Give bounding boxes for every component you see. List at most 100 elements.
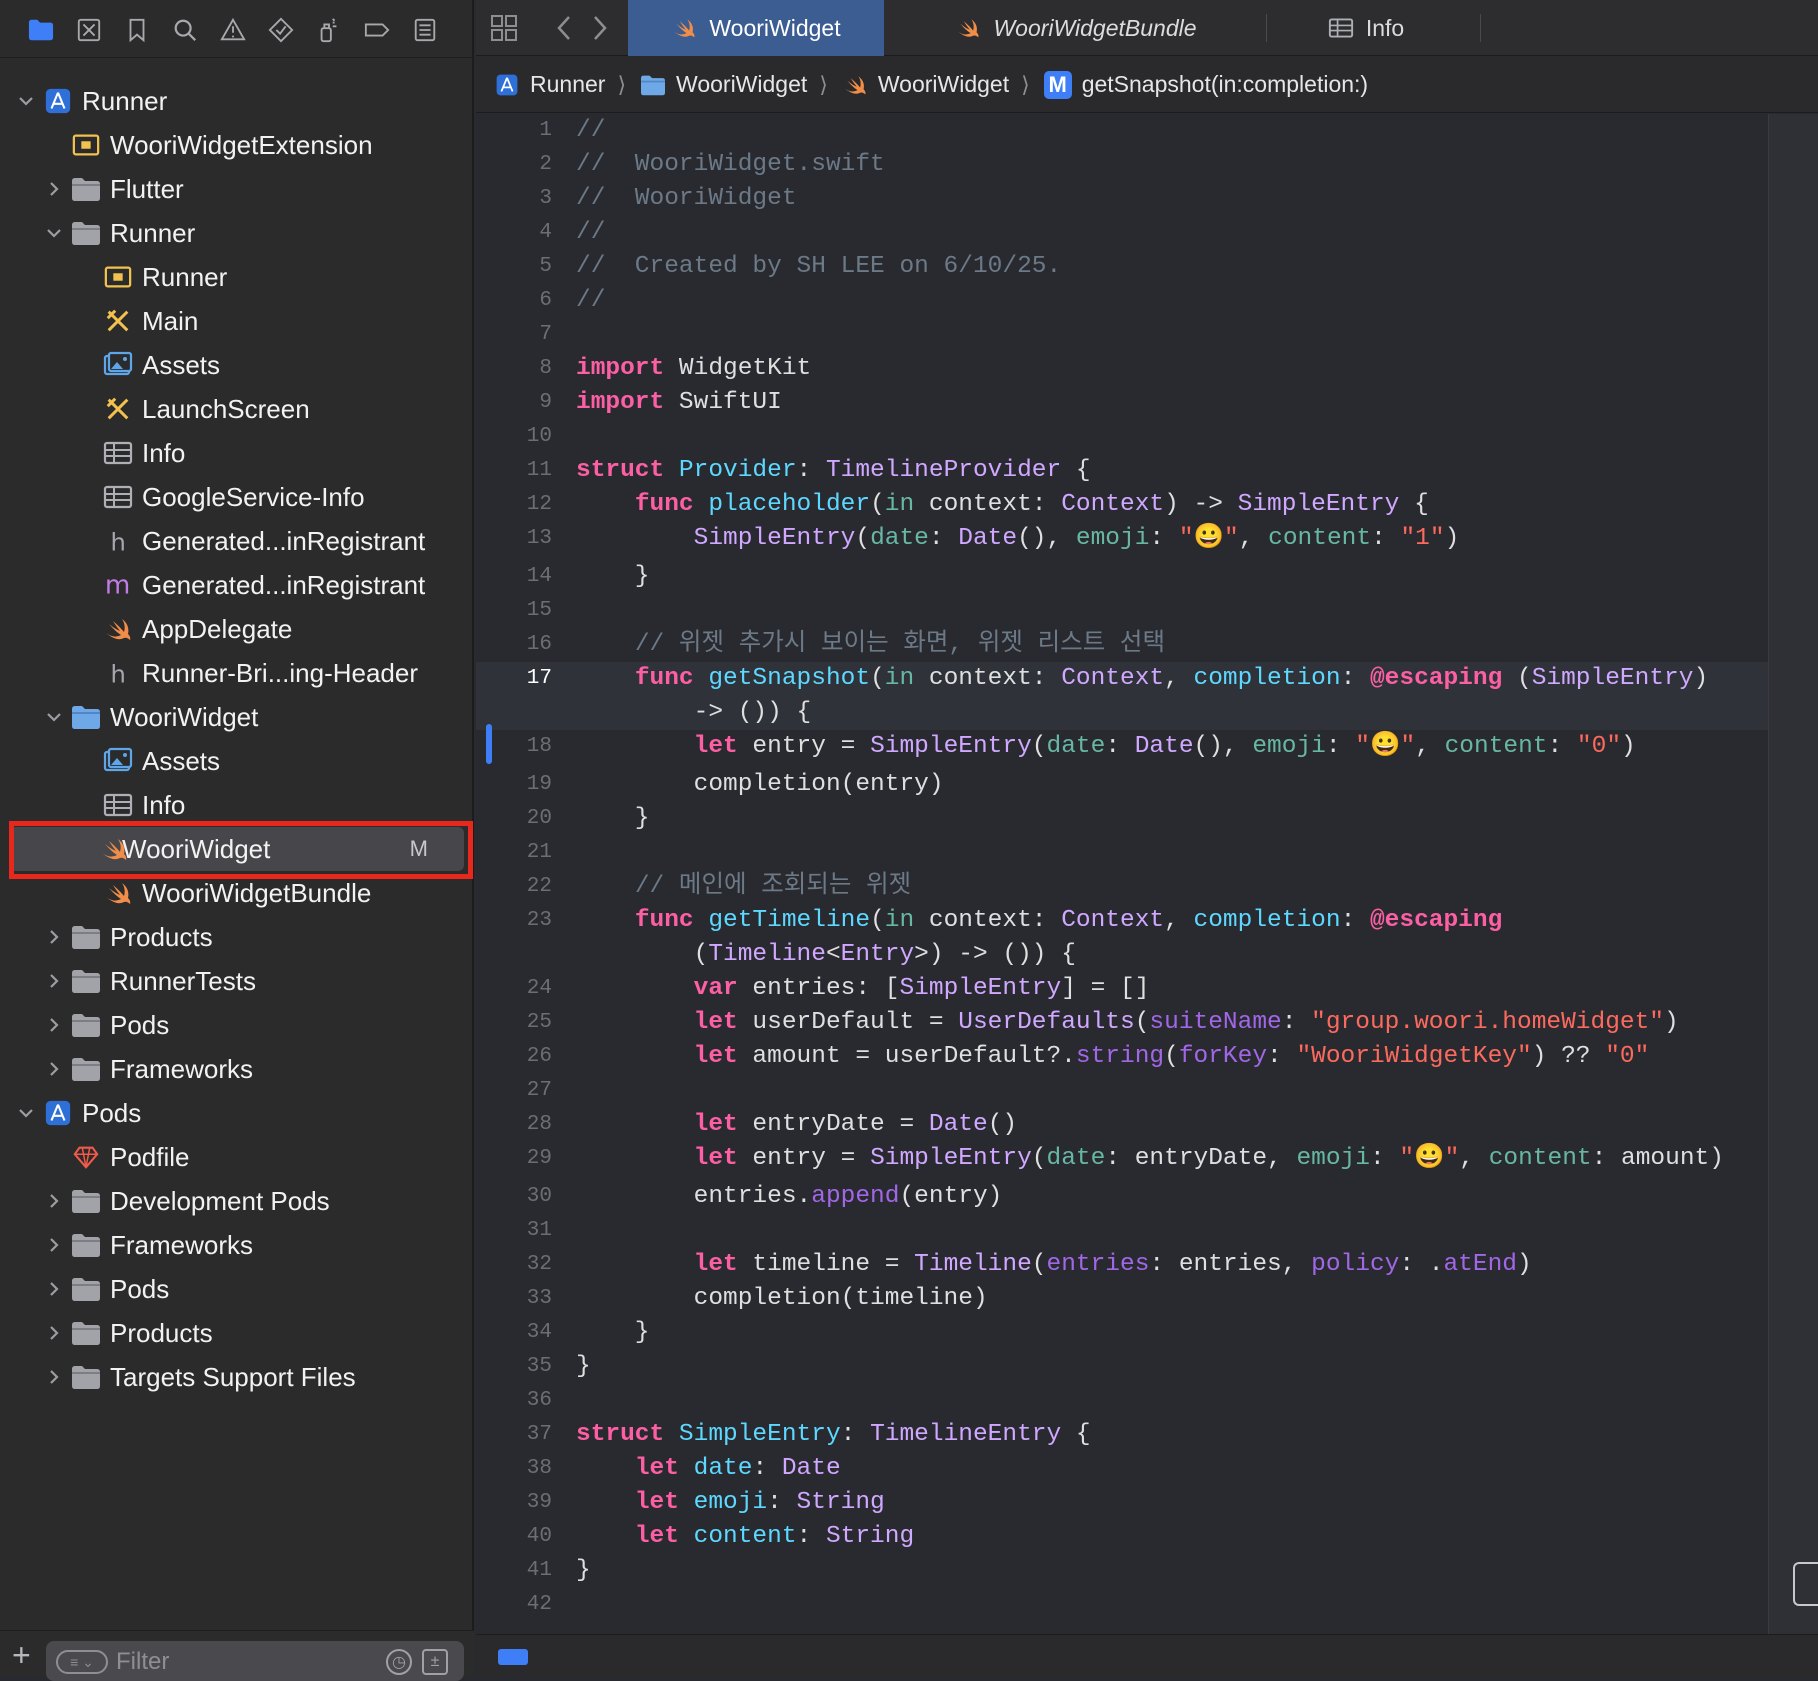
tree-row[interactable]: Products — [0, 915, 474, 959]
disclosure-closed-icon[interactable] — [44, 1279, 64, 1299]
line-number: 6 — [539, 289, 552, 312]
source-editor[interactable]: 1 // 2 // WooriWidget.swift 3 // WooriWidget 4… — [476, 114, 1768, 1634]
tree-row[interactable]: Runner — [0, 255, 474, 299]
tree-row[interactable]: Development Pods — [0, 1179, 474, 1223]
disclosure-closed-icon[interactable] — [44, 1323, 64, 1343]
project-navigator-icon[interactable] — [26, 15, 56, 45]
forward-arrow-icon[interactable] — [590, 14, 610, 47]
tree-row[interactable]: Assets — [0, 343, 474, 387]
tree-row[interactable]: Flutter — [0, 167, 474, 211]
minimap[interactable] — [1768, 114, 1818, 1634]
disclosure-closed-icon[interactable] — [44, 971, 64, 991]
bookmark-icon[interactable] — [122, 15, 152, 45]
tree-row[interactable]: Main — [0, 299, 474, 343]
find-icon[interactable] — [170, 15, 200, 45]
disclosure-closed-icon[interactable] — [44, 1235, 64, 1255]
tree-row[interactable]: Pods — [0, 1003, 474, 1047]
code-token: SwiftUI — [664, 389, 782, 416]
disclosure-open-icon[interactable] — [44, 223, 64, 243]
tree-row[interactable]: GoogleService-Info — [0, 475, 474, 519]
tree-row[interactable]: m Generated...inRegistrant — [0, 563, 474, 607]
source-control-filter-icon[interactable]: ± — [422, 1649, 448, 1675]
svg-text:m: m — [105, 571, 130, 599]
tree-row[interactable]: Runner — [0, 79, 474, 123]
disclosure-open-icon[interactable] — [16, 1103, 36, 1123]
tree-row-label: Runner — [110, 217, 196, 248]
breadcrumb-item[interactable]: WooriWidget — [640, 71, 807, 98]
code-token: : — [796, 1523, 826, 1550]
disclosure-open-icon[interactable] — [16, 91, 36, 111]
code-token: Date — [958, 525, 1018, 552]
code-token: " — [1224, 525, 1239, 552]
add-file-button[interactable]: + — [12, 1639, 31, 1671]
tree-row[interactable]: Pods — [0, 1267, 474, 1311]
editor-tab[interactable]: WooriWidget — [628, 0, 884, 56]
code-token: : — [1340, 665, 1370, 692]
breakpoint-icon[interactable] — [362, 15, 392, 45]
breadcrumb-item[interactable]: Runner — [494, 71, 605, 98]
code-text: import SwiftUI — [576, 386, 782, 420]
code-token: entries — [1046, 1251, 1150, 1278]
tree-row[interactable]: h Runner-Bri...ing-Header — [0, 651, 474, 695]
tree-row[interactable]: Pods — [0, 1091, 474, 1135]
code-token: " — [1178, 525, 1194, 552]
tree-row-label: Frameworks — [110, 1053, 254, 1084]
back-arrow-icon[interactable] — [554, 14, 574, 47]
tree-row[interactable]: Frameworks — [0, 1047, 474, 1091]
disclosure-closed-icon[interactable] — [44, 179, 64, 199]
code-text: let entry = SimpleEntry(date: entryDate,… — [576, 1142, 1724, 1176]
tree-row[interactable]: Info — [0, 431, 474, 475]
tree-row[interactable]: WooriWidget — [0, 695, 474, 739]
code-token: // 위젯 추가시 보이는 화면, 위젯 리스트 선택 — [634, 631, 1166, 658]
report-icon[interactable] — [410, 15, 440, 45]
tree-row[interactable]: WooriWidgetExtension — [0, 123, 474, 167]
editor-tab[interactable]: WooriWidgetBundle — [896, 0, 1256, 56]
source-control-icon[interactable] — [74, 15, 104, 45]
breadcrumb-item[interactable]: WooriWidget — [842, 71, 1009, 98]
test-icon[interactable] — [266, 15, 296, 45]
filter-field[interactable]: ≡ ⌄ ◷ ± — [46, 1641, 464, 1681]
objc-m-icon: m — [102, 570, 134, 600]
line-number: 37 — [526, 1423, 552, 1446]
debug-icon[interactable] — [314, 15, 344, 45]
tree-row[interactable]: Products — [0, 1311, 474, 1355]
tree-row[interactable]: h Generated...inRegistrant — [0, 519, 474, 563]
disclosure-closed-icon[interactable] — [44, 927, 64, 947]
code-text: let userDefault = UserDefaults(suiteName… — [576, 1006, 1679, 1040]
debug-area-toggle-icon[interactable] — [498, 1649, 528, 1665]
assets-icon — [102, 746, 134, 776]
project-icon — [42, 1098, 74, 1128]
editor-tab[interactable]: Info — [1266, 0, 1466, 56]
related-items-icon[interactable] — [490, 14, 518, 47]
tree-row[interactable]: Targets Support Files — [0, 1355, 474, 1399]
breadcrumb-item[interactable]: MgetSnapshot(in:completion:) — [1043, 70, 1368, 99]
tree-row[interactable]: RunnerTests — [0, 959, 474, 1003]
tree-row[interactable]: Assets — [0, 739, 474, 783]
filter-options-icon[interactable]: ≡ ⌄ — [56, 1650, 108, 1674]
tree-row[interactable]: LaunchScreen — [0, 387, 474, 431]
tree-row[interactable]: Frameworks — [0, 1223, 474, 1267]
tree-row[interactable]: WooriWidgetBundle — [0, 871, 474, 915]
disclosure-closed-icon[interactable] — [44, 1015, 64, 1035]
code-token: , — [1164, 665, 1194, 692]
tree-row[interactable]: Runner — [0, 211, 474, 255]
tree-row[interactable]: AppDelegate — [0, 607, 474, 651]
code-token: : — [1547, 733, 1577, 760]
disclosure-closed-icon[interactable] — [44, 1367, 64, 1387]
recent-files-icon[interactable]: ◷ — [386, 1649, 412, 1675]
code-text: struct SimpleEntry: TimelineEntry { — [576, 1418, 1091, 1452]
tree-row[interactable]: Podfile — [0, 1135, 474, 1179]
tree-row[interactable]: WooriWidget M — [10, 827, 464, 871]
code-token: getTimeline — [708, 907, 871, 934]
minimap-toggle-button[interactable] — [1793, 1562, 1818, 1606]
disclosure-closed-icon[interactable] — [44, 1191, 64, 1211]
filter-input[interactable] — [116, 1647, 366, 1677]
tree-row[interactable]: Info — [0, 783, 474, 827]
line-number: 5 — [539, 255, 552, 278]
disclosure-closed-icon[interactable] — [44, 1059, 64, 1079]
code-token: "group.woori.homeWidget" — [1311, 1009, 1665, 1036]
issue-icon[interactable] — [218, 15, 248, 45]
disclosure-open-icon[interactable] — [44, 707, 64, 727]
